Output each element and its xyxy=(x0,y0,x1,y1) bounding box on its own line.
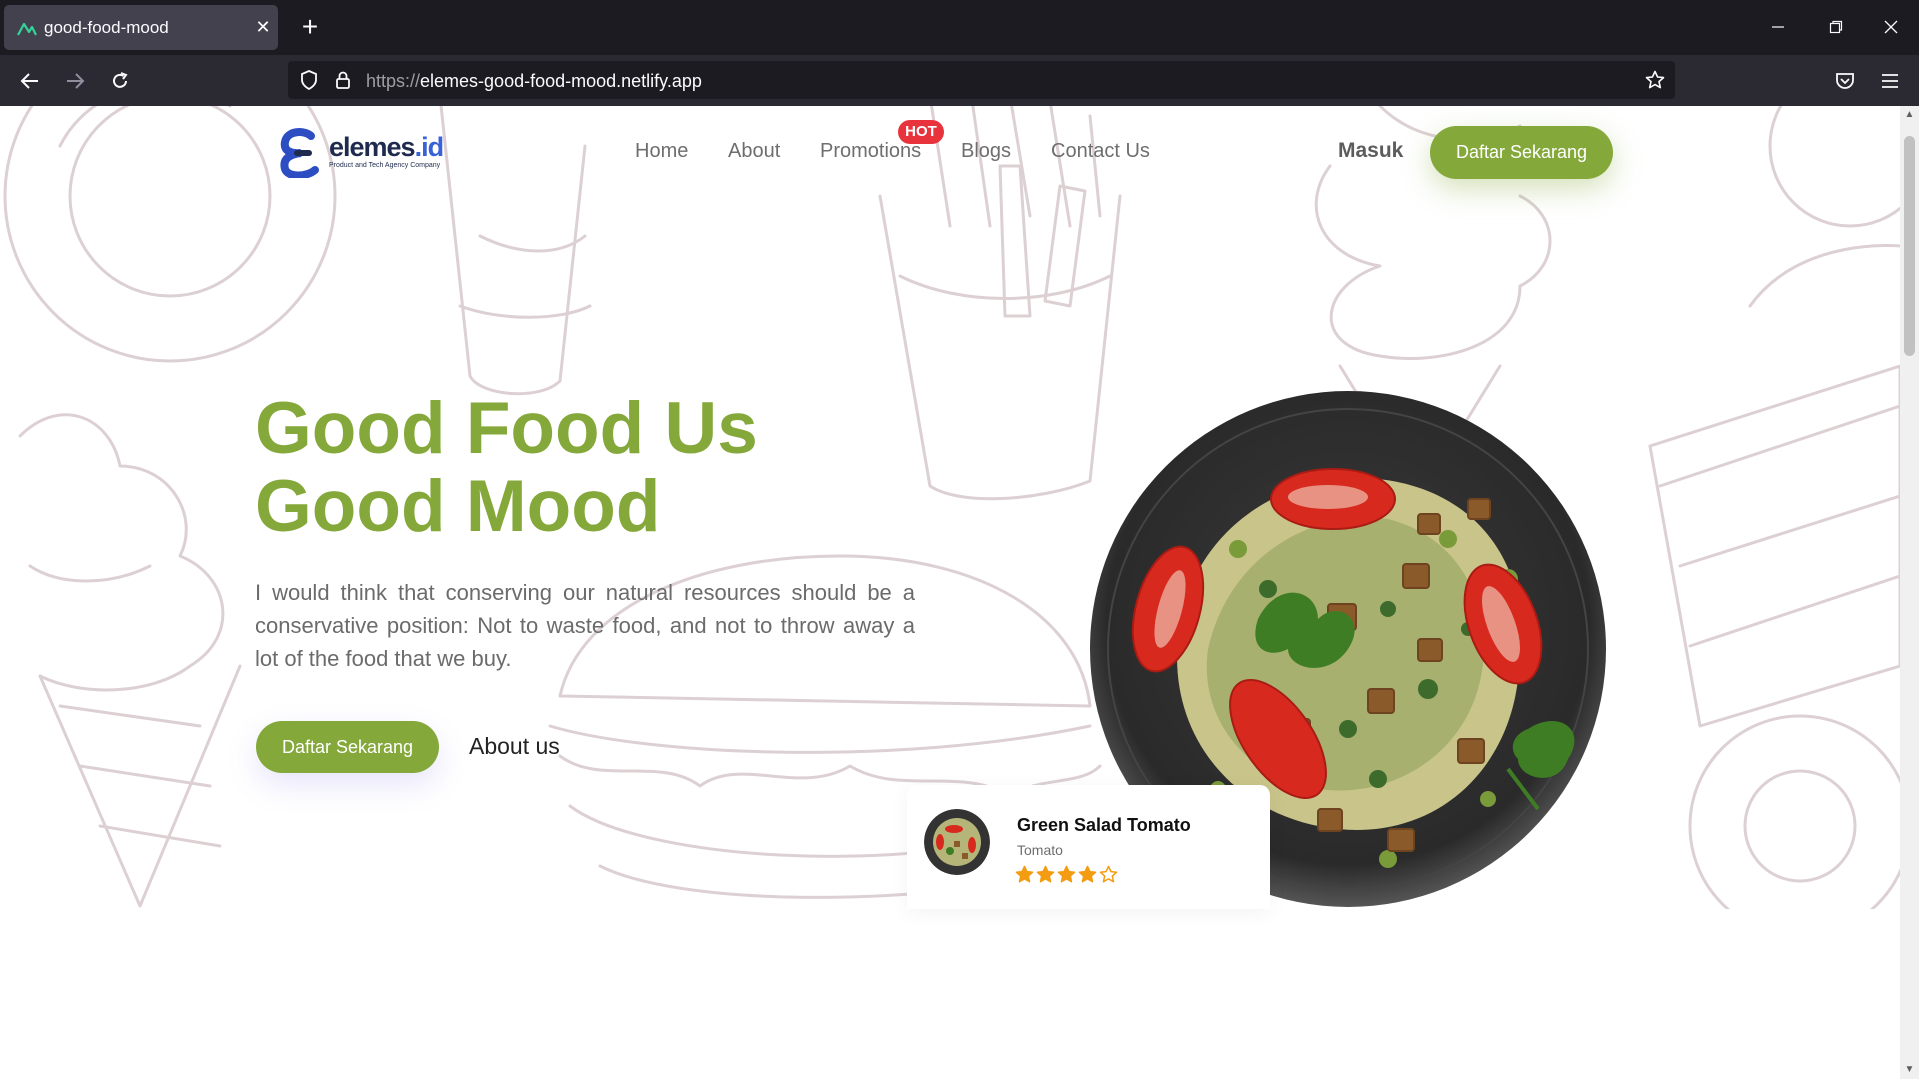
forward-arrow-icon[interactable] xyxy=(57,65,93,97)
shield-icon[interactable] xyxy=(298,69,320,91)
hero-title: Good Food Us Good Mood xyxy=(255,390,758,546)
browser-toolbar: https://elemes-good-food-mood.netlify.ap… xyxy=(0,55,1919,106)
pocket-icon[interactable] xyxy=(1827,65,1863,97)
bookmark-star-icon[interactable] xyxy=(1644,69,1666,91)
page-viewport: elemes.id Product and Tech Agency Compan… xyxy=(0,106,1900,1079)
hero-description: I would think that conserving our natura… xyxy=(255,580,915,671)
netlify-favicon-icon xyxy=(16,17,38,39)
star-filled-icon xyxy=(1015,865,1034,883)
nav-blogs-link[interactable]: Blogs xyxy=(961,140,1011,163)
logo-tagline: Product and Tech Agency Company xyxy=(329,162,441,169)
food-card-subtitle: Tomato xyxy=(1017,842,1063,858)
browser-tab-strip: good-food-mood ✕ + xyxy=(0,0,1919,55)
scroll-down-icon[interactable]: ▼ xyxy=(1900,1061,1919,1079)
food-card[interactable]: Green Salad Tomato Tomato xyxy=(907,785,1270,909)
lock-icon[interactable] xyxy=(332,69,354,91)
reload-icon[interactable] xyxy=(102,65,138,97)
elemes-logo-icon xyxy=(280,128,319,178)
scroll-thumb[interactable] xyxy=(1904,136,1915,356)
hero-title-line-1: Good Food Us xyxy=(255,388,758,469)
back-arrow-icon[interactable] xyxy=(12,65,48,97)
address-bar[interactable]: https://elemes-good-food-mood.netlify.ap… xyxy=(288,61,1675,99)
browser-tab[interactable]: good-food-mood ✕ xyxy=(4,5,278,50)
new-tab-icon[interactable]: + xyxy=(295,12,325,42)
nav-contact-link[interactable]: Contact Us xyxy=(1051,140,1150,163)
nav-about-link[interactable]: About xyxy=(728,140,780,163)
star-filled-icon xyxy=(1078,865,1097,883)
star-filled-icon xyxy=(1057,865,1076,883)
star-empty-icon xyxy=(1099,865,1118,883)
nav-home-link[interactable]: Home xyxy=(635,140,688,163)
page-scrollbar[interactable]: ▲ ▼ xyxy=(1900,106,1919,1079)
food-card-rating xyxy=(1015,865,1118,884)
minimize-icon[interactable] xyxy=(1758,12,1798,42)
close-window-icon[interactable] xyxy=(1871,12,1911,42)
tab-title: good-food-mood xyxy=(44,17,169,37)
logo-wordmark: elemes.id xyxy=(329,132,444,162)
close-tab-icon[interactable]: ✕ xyxy=(248,17,278,38)
hot-badge: HOT xyxy=(898,120,944,144)
about-us-link[interactable]: About us xyxy=(469,733,560,760)
scroll-up-icon[interactable]: ▲ xyxy=(1900,106,1919,124)
url-text[interactable]: https://elemes-good-food-mood.netlify.ap… xyxy=(366,71,702,92)
signup-header-button[interactable]: Daftar Sekarang xyxy=(1430,126,1613,179)
hamburger-menu-icon[interactable] xyxy=(1872,65,1908,97)
food-card-thumbnail xyxy=(924,809,990,875)
star-filled-icon xyxy=(1036,865,1055,883)
food-card-title: Green Salad Tomato xyxy=(1017,815,1191,835)
elemes-logo[interactable]: elemes.id Product and Tech Agency Compan… xyxy=(279,128,444,178)
signup-hero-button[interactable]: Daftar Sekarang xyxy=(256,721,439,773)
hero-title-line-2: Good Mood xyxy=(255,466,661,547)
restore-icon[interactable] xyxy=(1816,12,1856,42)
login-link[interactable]: Masuk xyxy=(1338,139,1403,163)
